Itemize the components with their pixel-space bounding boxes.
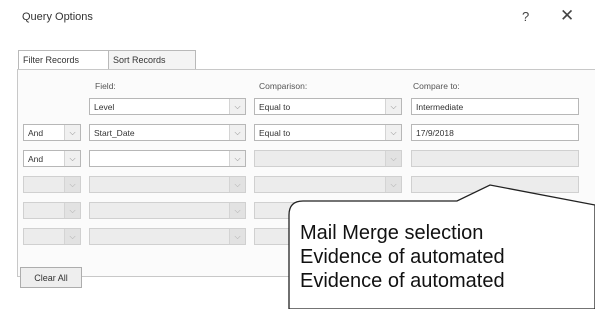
callout-line: Evidence of automated xyxy=(300,246,505,268)
callout-line: Mail Merge selection xyxy=(300,222,484,244)
callout-text: Mail Merge selection Evidence of automat… xyxy=(300,221,595,309)
query-options-dialog: Query Options ? ✕ Filter Records Sort Re… xyxy=(0,0,595,309)
callout-line: Evidence of automated xyxy=(300,270,505,292)
